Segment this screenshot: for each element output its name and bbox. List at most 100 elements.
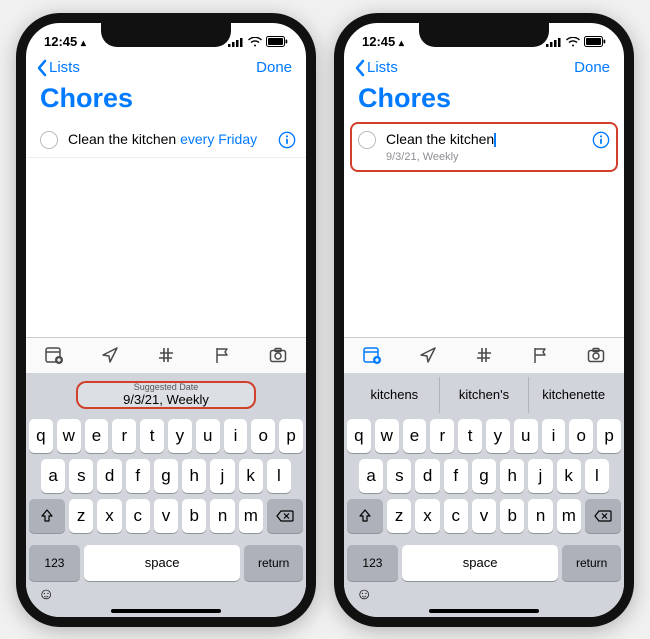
tag-icon[interactable] <box>156 345 176 365</box>
return-key[interactable]: return <box>562 545 621 581</box>
key-t[interactable]: t <box>458 419 482 453</box>
page-title: Chores <box>26 83 306 122</box>
key-e[interactable]: e <box>403 419 427 453</box>
key-k[interactable]: k <box>557 459 581 493</box>
key-x[interactable]: x <box>97 499 121 533</box>
done-button[interactable]: Done <box>256 59 292 76</box>
kb-row-1: qwertyuiop <box>347 419 621 453</box>
key-d[interactable]: d <box>97 459 121 493</box>
kb-row-3: zxcvbnm <box>347 499 621 533</box>
key-s[interactable]: s <box>387 459 411 493</box>
key-b[interactable]: b <box>182 499 206 533</box>
key-l[interactable]: l <box>267 459 291 493</box>
suggestion[interactable]: kitchens <box>350 377 439 413</box>
back-button[interactable]: Lists <box>36 59 80 77</box>
emoji-key[interactable]: ☺ <box>38 586 54 604</box>
key-k[interactable]: k <box>239 459 263 493</box>
key-o[interactable]: o <box>569 419 593 453</box>
tag-icon[interactable] <box>474 345 494 365</box>
key-l[interactable]: l <box>585 459 609 493</box>
kb-bottom-row: 123 space return <box>344 545 624 585</box>
home-indicator[interactable] <box>111 609 221 613</box>
backspace-key[interactable] <box>267 499 303 533</box>
reminder-text[interactable]: Clean the kitchen every Friday <box>68 130 268 148</box>
key-v[interactable]: v <box>154 499 178 533</box>
key-w[interactable]: w <box>57 419 81 453</box>
key-z[interactable]: z <box>387 499 411 533</box>
key-y[interactable]: y <box>486 419 510 453</box>
key-n[interactable]: n <box>528 499 552 533</box>
kb-row-2: asdfghjkl <box>347 459 621 493</box>
key-m[interactable]: m <box>557 499 581 533</box>
key-i[interactable]: i <box>224 419 248 453</box>
suggestion[interactable]: kitchen's <box>439 377 529 413</box>
key-c[interactable]: c <box>444 499 468 533</box>
key-q[interactable]: q <box>29 419 53 453</box>
key-j[interactable]: j <box>528 459 552 493</box>
key-p[interactable]: p <box>597 419 621 453</box>
reminder-text[interactable]: Clean the kitchen 9/3/21, Weekly <box>386 130 582 164</box>
keyboard-footer: ☺ <box>26 585 306 607</box>
key-r[interactable]: r <box>430 419 454 453</box>
key-g[interactable]: g <box>472 459 496 493</box>
info-icon[interactable] <box>278 131 296 149</box>
key-a[interactable]: a <box>359 459 383 493</box>
key-p[interactable]: p <box>279 419 303 453</box>
key-i[interactable]: i <box>542 419 566 453</box>
camera-icon[interactable] <box>268 345 288 365</box>
reminder-row[interactable]: Clean the kitchen every Friday <box>26 122 306 158</box>
reminder-row[interactable]: Clean the kitchen 9/3/21, Weekly <box>350 122 618 172</box>
key-a[interactable]: a <box>41 459 65 493</box>
key-h[interactable]: h <box>182 459 206 493</box>
key-q[interactable]: q <box>347 419 371 453</box>
calendar-add-icon[interactable] <box>362 345 382 365</box>
key-n[interactable]: n <box>210 499 234 533</box>
key-r[interactable]: r <box>112 419 136 453</box>
suggestion[interactable]: kitchenette <box>528 377 618 413</box>
shift-key[interactable] <box>29 499 65 533</box>
location-icon[interactable] <box>418 345 438 365</box>
key-h[interactable]: h <box>500 459 524 493</box>
flag-icon[interactable] <box>530 345 550 365</box>
key-f[interactable]: f <box>444 459 468 493</box>
key-d[interactable]: d <box>415 459 439 493</box>
backspace-key[interactable] <box>585 499 621 533</box>
key-m[interactable]: m <box>239 499 263 533</box>
camera-icon[interactable] <box>586 345 606 365</box>
info-icon[interactable] <box>592 131 610 149</box>
calendar-add-icon[interactable] <box>44 345 64 365</box>
return-key[interactable]: return <box>244 545 303 581</box>
key-z[interactable]: z <box>69 499 93 533</box>
key-u[interactable]: u <box>514 419 538 453</box>
key-j[interactable]: j <box>210 459 234 493</box>
space-key[interactable]: space <box>84 545 240 581</box>
flag-icon[interactable] <box>212 345 232 365</box>
key-s[interactable]: s <box>69 459 93 493</box>
key-w[interactable]: w <box>375 419 399 453</box>
numeric-key[interactable]: 123 <box>347 545 398 581</box>
location-icon[interactable] <box>100 345 120 365</box>
done-button[interactable]: Done <box>574 59 610 76</box>
back-button[interactable]: Lists <box>354 59 398 77</box>
key-e[interactable]: e <box>85 419 109 453</box>
key-y[interactable]: y <box>168 419 192 453</box>
key-x[interactable]: x <box>415 499 439 533</box>
key-v[interactable]: v <box>472 499 496 533</box>
nav-bar: Lists Done <box>344 55 624 83</box>
key-b[interactable]: b <box>500 499 524 533</box>
reminder-checkbox[interactable] <box>40 131 58 149</box>
space-key[interactable]: space <box>402 545 558 581</box>
suggested-date[interactable]: Suggested Date 9/3/21, Weekly <box>76 381 256 409</box>
key-t[interactable]: t <box>140 419 164 453</box>
home-indicator[interactable] <box>429 609 539 613</box>
key-f[interactable]: f <box>126 459 150 493</box>
numeric-key[interactable]: 123 <box>29 545 80 581</box>
key-g[interactable]: g <box>154 459 178 493</box>
shift-key[interactable] <box>347 499 383 533</box>
emoji-key[interactable]: ☺ <box>356 586 372 604</box>
key-o[interactable]: o <box>251 419 275 453</box>
reminder-checkbox[interactable] <box>358 131 376 149</box>
suggested-date-value: 9/3/21, Weekly <box>123 392 209 407</box>
key-u[interactable]: u <box>196 419 220 453</box>
key-c[interactable]: c <box>126 499 150 533</box>
